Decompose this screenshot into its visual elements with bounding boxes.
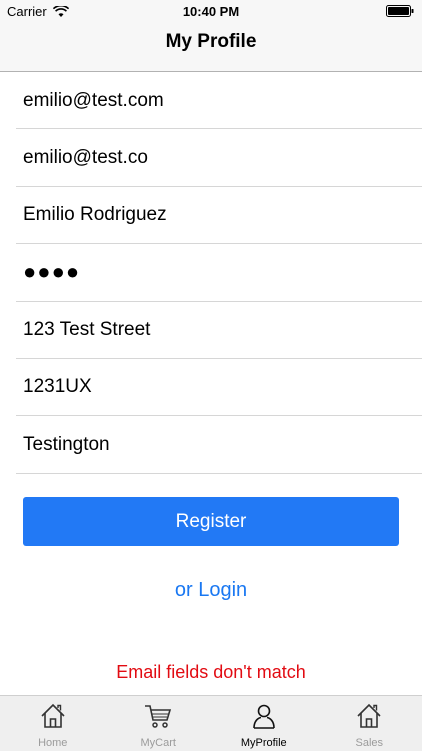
tab-myprofile[interactable]: MyProfile	[211, 696, 317, 751]
home-icon	[357, 703, 381, 728]
postcode-field-row	[16, 358, 422, 417]
city-field-row	[16, 416, 422, 474]
name-field-row	[16, 186, 422, 245]
profile-icon	[252, 704, 275, 729]
tab-myprofile-label: MyProfile	[240, 737, 287, 749]
status-bar: Carrier 10:40 PM	[0, 0, 422, 22]
postcode-field[interactable]	[23, 358, 413, 416]
error-message: Email fields don't match	[116, 662, 306, 682]
login-link[interactable]: or Login	[0, 579, 422, 602]
battery-icon	[386, 5, 414, 17]
tab-mycart[interactable]: MyCart	[106, 696, 212, 751]
page-title: My Profile	[165, 31, 257, 52]
tab-home-label: Home	[38, 737, 68, 749]
tab-home[interactable]: Home	[0, 696, 106, 751]
city-field[interactable]	[23, 416, 413, 474]
email-field-row	[16, 72, 422, 130]
navigation-bar: My Profile	[0, 22, 422, 72]
password-field[interactable]: ●●●●	[23, 261, 80, 283]
name-field[interactable]	[23, 186, 413, 244]
password-field-row[interactable]: ●●●●	[16, 244, 422, 302]
confirm-email-field[interactable]	[23, 129, 413, 187]
tab-mycart-label: MyCart	[140, 737, 176, 749]
status-time: 10:40 PM	[182, 4, 240, 19]
tab-bar: Home MyCart MyProfile Sales	[0, 695, 422, 751]
confirm-email-field-row	[16, 129, 422, 187]
street-field[interactable]	[23, 301, 413, 359]
tab-sales[interactable]: Sales	[317, 696, 422, 751]
cart-icon	[145, 705, 172, 728]
email-field[interactable]	[23, 72, 413, 129]
profile-form: ●●●●	[0, 72, 422, 474]
tab-sales-label: Sales	[355, 737, 384, 749]
street-field-row	[16, 301, 422, 359]
home-icon	[41, 703, 65, 728]
register-button[interactable]: Register	[23, 497, 399, 546]
